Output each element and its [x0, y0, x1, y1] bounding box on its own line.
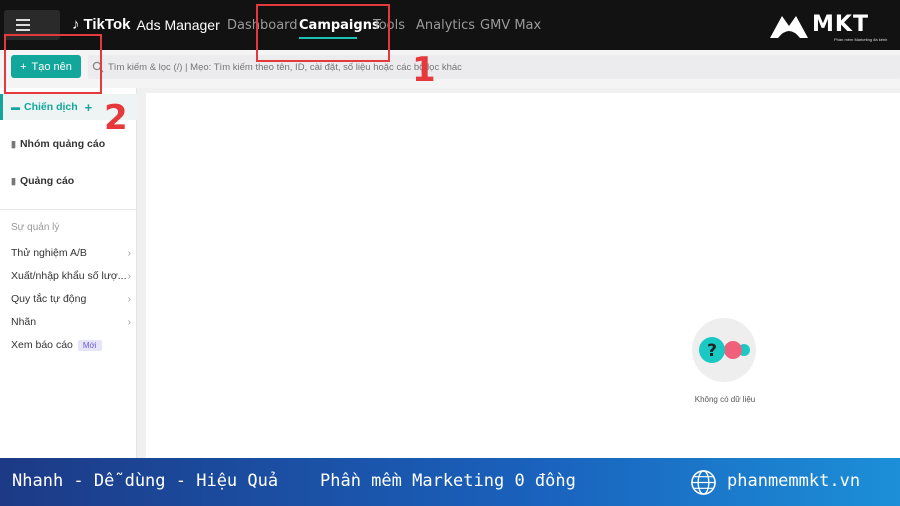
- footer-tagline: Phần mềm Marketing 0 đồng: [320, 471, 576, 491]
- sidebar-link-label: Xuất/nhập khẩu số lượ...: [11, 270, 127, 282]
- svg-text:?: ?: [707, 341, 717, 361]
- doc-icon: ▮: [11, 138, 16, 149]
- sidebar-link-labels[interactable]: Nhãn ›: [11, 316, 131, 328]
- footer-website[interactable]: phanmemmkt.vn: [727, 471, 860, 491]
- tiktok-note-icon: ♪: [72, 16, 80, 33]
- footer-slogan: Nhanh - Dễ dùng - Hiệu Quả: [12, 471, 279, 491]
- mkt-logo: MKT Phần mềm Marketing đa kênh: [768, 10, 894, 46]
- sidebar-item-ads[interactable]: ▮ Quảng cáo: [0, 168, 137, 194]
- chevron-right-icon: ›: [127, 316, 131, 328]
- folder-icon: ▬: [11, 102, 20, 112]
- sidebar-link-label: Nhãn: [11, 316, 37, 328]
- search-input[interactable]: [108, 61, 808, 73]
- sidebar-link-label: Quy tắc tự động: [11, 293, 87, 305]
- sidebar: ▬ Chiến dịch + ▮ Nhóm quảng cáo ▮ Quảng …: [0, 88, 137, 458]
- globe-icon: [691, 470, 716, 495]
- doc-icon: ▮: [11, 175, 16, 186]
- mkt-mountain-icon: [770, 16, 808, 38]
- mkt-tagline: Phần mềm Marketing đa kênh: [834, 37, 888, 42]
- logo-brand: TikTok: [83, 16, 131, 33]
- sidebar-divider: [0, 209, 137, 210]
- annotation-number-1: 1: [412, 50, 436, 90]
- sidebar-link-bulk-import[interactable]: Xuất/nhập khẩu số lượ... ›: [11, 270, 131, 282]
- search-bar[interactable]: [88, 55, 900, 79]
- sidebar-link-label: Xem báo cáo: [11, 339, 73, 351]
- annotation-box-campaigns: [256, 4, 390, 62]
- sidebar-link-automated-rules[interactable]: Quy tắc tự động ›: [11, 293, 131, 305]
- sidebar-link-label: Thử nghiệm A/B: [11, 247, 87, 259]
- new-badge: Mới: [77, 339, 102, 351]
- chevron-right-icon: ›: [127, 270, 131, 282]
- nav-analytics[interactable]: Analytics: [416, 18, 475, 33]
- top-nav-bar: ♪ TikTok Ads Manager Dashboard Campaigns…: [0, 0, 900, 50]
- sidebar-item-label: Chiến dịch: [24, 101, 78, 113]
- sidebar-link-ab-test[interactable]: Thử nghiệm A/B ›: [11, 247, 131, 259]
- annotation-box-create: [4, 34, 102, 94]
- sidebar-section-title: Sự quản lý: [11, 222, 60, 233]
- mkt-brand-name: MKT: [812, 12, 869, 37]
- no-data-icon: ?: [692, 318, 756, 382]
- add-campaign-icon[interactable]: +: [85, 100, 93, 115]
- sidebar-item-label: Quảng cáo: [19, 175, 75, 187]
- nav-gmv-max[interactable]: GMV Max: [480, 18, 541, 33]
- main-content-panel: [146, 93, 900, 458]
- footer-banner: Nhanh - Dễ dùng - Hiệu Quả Phần mềm Mark…: [0, 458, 900, 506]
- empty-state-text: Không có dữ liệu: [694, 395, 756, 404]
- question-illustration-icon: ?: [699, 337, 750, 363]
- annotation-number-2: 2: [104, 98, 128, 138]
- chevron-right-icon: ›: [127, 293, 131, 305]
- sidebar-link-view-reports[interactable]: Xem báo cáo Mới: [11, 339, 131, 351]
- toolbar: + Tạo nên: [0, 50, 900, 88]
- sidebar-item-label: Nhóm quảng cáo: [19, 138, 106, 150]
- chevron-right-icon: ›: [127, 247, 131, 259]
- logo-product: Ads Manager: [136, 16, 220, 33]
- tiktok-ads-logo[interactable]: ♪ TikTok Ads Manager: [72, 16, 220, 33]
